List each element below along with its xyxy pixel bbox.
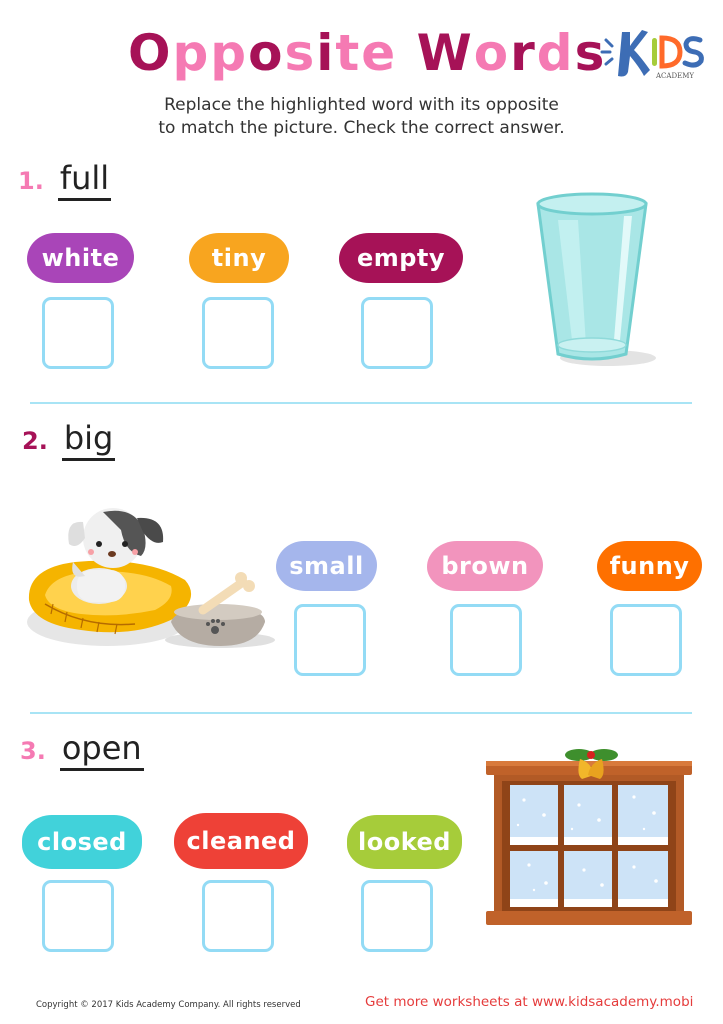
answer-checkbox-tiny[interactable]: [202, 297, 274, 369]
answer-checkbox-brown[interactable]: [450, 604, 522, 676]
highlighted-word: open: [59, 730, 144, 771]
splash-icon: [600, 38, 614, 66]
option-label: looked: [358, 828, 451, 856]
question-1-header: 1. full: [18, 160, 112, 201]
title-part: d: [536, 24, 575, 82]
option-pill-white: white: [27, 233, 134, 283]
option-label: funny: [609, 552, 690, 580]
highlighted-word: big: [61, 420, 116, 461]
highlighted-word: full: [57, 160, 112, 201]
question-3-header: 3. open: [20, 730, 144, 771]
title-part: o: [248, 24, 285, 82]
question-number: 1.: [18, 167, 44, 195]
answer-checkbox-small[interactable]: [294, 604, 366, 676]
answer-checkbox-empty[interactable]: [361, 297, 433, 369]
answer-checkbox-white[interactable]: [42, 297, 114, 369]
title-part: t: [335, 24, 362, 82]
option-pill-cleaned: cleaned: [174, 813, 308, 869]
option-label: tiny: [211, 244, 267, 272]
instructions: Replace the highlighted word with its op…: [0, 94, 723, 140]
option-label: cleaned: [186, 827, 296, 855]
option-pill-brown: brown: [427, 541, 543, 591]
title-part: e: [361, 24, 398, 82]
section-divider: [30, 402, 692, 404]
title-part: pp: [172, 24, 249, 82]
option-pill-tiny: tiny: [189, 233, 289, 283]
instructions-line-2: to match the picture. Check the correct …: [158, 118, 565, 138]
option-label: white: [41, 244, 120, 272]
answer-checkbox-cleaned[interactable]: [202, 880, 274, 952]
option-label: empty: [356, 244, 446, 272]
title-part: i: [316, 24, 336, 82]
title-part: o: [473, 24, 511, 82]
puppy-illustration: [25, 500, 275, 660]
title-part: s: [284, 24, 317, 82]
answer-checkbox-funny[interactable]: [610, 604, 682, 676]
promo-link[interactable]: Get more worksheets at www.kidsacademy.m…: [365, 994, 693, 1010]
question-number: 2.: [22, 427, 48, 455]
option-pill-funny: funny: [597, 541, 702, 591]
instructions-line-1: Replace the highlighted word with its op…: [164, 95, 559, 115]
answer-checkbox-closed[interactable]: [42, 880, 114, 952]
logo-subtitle: ACADEMY: [655, 72, 694, 80]
section-divider: [30, 712, 692, 714]
question-number: 3.: [20, 737, 46, 765]
title-part: W: [397, 24, 474, 82]
option-label: closed: [37, 828, 127, 856]
copyright-text: Copyright © 2017 Kids Academy Company. A…: [36, 1000, 301, 1010]
option-label: small: [289, 552, 364, 580]
empty-glass-illustration: [528, 190, 658, 370]
option-pill-small: small: [276, 541, 377, 591]
option-pill-closed: closed: [22, 815, 142, 869]
answer-checkbox-looked[interactable]: [361, 880, 433, 952]
question-2-header: 2. big: [22, 420, 116, 461]
closed-window-illustration: [484, 745, 694, 930]
page-title: Opposite Words: [128, 18, 606, 88]
title-part: r: [510, 24, 537, 82]
option-label: brown: [441, 552, 529, 580]
option-pill-empty: empty: [339, 233, 463, 283]
kids-academy-logo: ACADEMY: [600, 24, 710, 84]
option-pill-looked: looked: [347, 815, 462, 869]
title-part: O: [128, 24, 173, 82]
